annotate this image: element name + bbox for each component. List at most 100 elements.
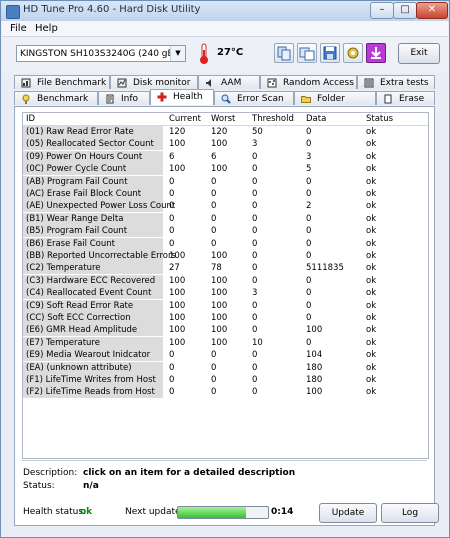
cell-current: 0 — [169, 375, 175, 385]
erase-icon — [384, 94, 392, 104]
column-header-current[interactable]: Current — [169, 114, 201, 124]
cell-status: ok — [366, 226, 377, 237]
cell-id: (B1) Wear Range Delta — [26, 213, 124, 224]
tab-benchmark[interactable]: Benchmark — [14, 91, 98, 105]
cell-current: 100 — [169, 313, 186, 323]
table-row[interactable]: (01) Raw Read Error Rate 120 120 50 0 ok — [23, 126, 428, 138]
extra-tests-icon — [364, 78, 374, 88]
table-row[interactable]: (E9) Media Wearout Inidcator 0 0 0 104 ok — [23, 349, 428, 362]
cell-current: 100 — [169, 325, 186, 336]
smart-table[interactable]: ID Current Worst Threshold Data Status (… — [22, 112, 429, 459]
cell-data: 100 — [306, 325, 323, 336]
cell-worst: 78 — [211, 263, 222, 274]
exit-button[interactable]: Exit — [398, 43, 440, 64]
file-benchmark-icon — [21, 78, 31, 88]
cell-worst: 0 — [211, 226, 217, 237]
cell-id: (F1) LifeTime Writes from Host — [26, 375, 156, 385]
health-cross-icon — [157, 92, 167, 102]
chevron-down-icon[interactable]: ▼ — [170, 46, 185, 61]
cell-id: (C3) Hardware ECC Recovered — [26, 275, 156, 286]
cell-worst: 100 — [211, 288, 228, 299]
maximize-button[interactable]: □ — [393, 2, 417, 19]
table-row[interactable]: (C3) Hardware ECC Recovered 100 100 0 0 ok — [23, 274, 428, 287]
thermometer-icon — [200, 43, 208, 64]
table-row[interactable]: (EA) (unknown attribute) 0 0 0 180 ok — [23, 361, 428, 374]
next-update-progress — [177, 506, 269, 519]
temperature-readout: 27°C — [217, 47, 244, 58]
tab-health[interactable]: Health — [150, 89, 214, 105]
table-row[interactable]: (E7) Temperature 100 100 10 0 ok — [23, 336, 428, 349]
column-header-data[interactable]: Data — [306, 114, 326, 124]
cell-threshold: 0 — [252, 176, 258, 187]
save-icon — [323, 46, 337, 60]
table-row[interactable]: (05) Reallocated Sector Count 100 100 3 0 ok — [23, 138, 428, 151]
table-row[interactable]: (C4) Reallocated Event Count 100 100 3 0 ok — [23, 287, 428, 300]
table-row[interactable]: (B5) Program Fail Count 0 0 0 0 ok — [23, 225, 428, 238]
cell-status: ok — [366, 375, 377, 385]
app-window: HD Tune Pro 4.60 - Hard Disk Utility – □… — [0, 0, 450, 538]
tab-info[interactable]: Info — [98, 91, 150, 105]
minimize-button[interactable]: – — [370, 2, 394, 19]
tab-disk-monitor[interactable]: Disk monitor — [110, 75, 198, 89]
cell-threshold: 3 — [252, 288, 258, 299]
cell-worst: 100 — [211, 325, 228, 336]
options-button[interactable] — [343, 43, 363, 63]
table-row[interactable]: (CC) Soft ECC Correction 100 100 0 0 ok — [23, 312, 428, 324]
copy-screen-button[interactable] — [297, 43, 317, 63]
app-icon — [6, 5, 20, 19]
cell-worst: 120 — [211, 127, 228, 137]
cell-current: 0 — [169, 387, 175, 398]
tab-erase[interactable]: Erase — [376, 91, 435, 105]
cell-threshold: 0 — [252, 213, 258, 224]
tab-extra-tests[interactable]: Extra tests — [357, 75, 435, 89]
cell-threshold: 0 — [252, 387, 258, 398]
cell-current: 0 — [169, 350, 175, 361]
table-row[interactable]: (E6) GMR Head Amplitude 100 100 0 100 ok — [23, 324, 428, 337]
tab-label: Error Scan — [237, 94, 284, 104]
tab-folder-usage[interactable]: Folder Usage — [294, 91, 376, 118]
tab-aam[interactable]: AAM — [198, 75, 260, 89]
cell-data: 5111835 — [306, 263, 344, 274]
table-row[interactable]: (B1) Wear Range Delta 0 0 0 0 ok — [23, 212, 428, 225]
cell-status: ok — [366, 251, 377, 261]
column-header-id[interactable]: ID — [26, 114, 35, 124]
close-button[interactable]: ✕ — [416, 2, 448, 19]
table-row[interactable]: (0C) Power Cycle Count 100 100 0 5 ok — [23, 163, 428, 176]
cell-data: 2 — [306, 201, 312, 212]
cell-id: (AE) Unexpected Power Loss Count — [26, 201, 176, 212]
drive-select[interactable]: KINGSTON SH103S3240G (240 gB) ▼ — [16, 45, 186, 62]
table-row[interactable]: (AE) Unexpected Power Loss Count 0 0 0 2 ok — [23, 200, 428, 213]
copy-button[interactable] — [274, 43, 294, 63]
column-header-status[interactable]: Status — [366, 114, 393, 124]
table-row[interactable]: (F2) LifeTime Reads from Host 0 0 0 100 ok — [23, 386, 428, 399]
table-row[interactable]: (C9) Soft Read Error Rate 100 100 0 0 ok — [23, 299, 428, 312]
save-button[interactable] — [320, 43, 340, 63]
download-button[interactable] — [366, 43, 386, 63]
column-header-threshold[interactable]: Threshold — [252, 114, 294, 124]
description-value: click on an item for a detailed descript… — [83, 468, 296, 478]
table-row[interactable]: (09) Power On Hours Count 6 6 0 3 ok — [23, 150, 428, 163]
table-row[interactable]: (AC) Erase Fail Block Count 0 0 0 0 ok — [23, 188, 428, 200]
cell-threshold: 0 — [252, 151, 258, 162]
column-header-worst[interactable]: Worst — [211, 114, 235, 124]
cell-status: ok — [366, 325, 377, 336]
cell-worst: 0 — [211, 201, 217, 212]
info-icon — [106, 94, 114, 104]
cell-id: (AB) Program Fail Count — [26, 176, 128, 187]
table-row[interactable]: (C2) Temperature 27 78 0 5111835 ok — [23, 262, 428, 275]
table-row[interactable]: (BB) Reported Uncorrectable Errors 100 100… — [23, 250, 428, 262]
table-row[interactable]: (AB) Program Fail Count 0 0 0 0 ok — [23, 175, 428, 188]
tab-random-access[interactable]: Random Access — [260, 75, 357, 89]
log-button[interactable]: Log — [381, 503, 439, 523]
cell-status: ok — [366, 337, 377, 348]
copy-screen-icon — [299, 47, 315, 61]
tab-file-benchmark[interactable]: File Benchmark — [14, 75, 110, 89]
table-row[interactable]: (B6) Erase Fail Count 0 0 0 0 ok — [23, 237, 428, 250]
menu-file[interactable]: File — [10, 23, 27, 34]
tab-error-scan[interactable]: Error Scan — [214, 91, 294, 105]
menu-help[interactable]: Help — [35, 23, 58, 34]
tab-label: Erase — [399, 94, 425, 104]
table-row[interactable]: (F1) LifeTime Writes from Host 0 0 0 180 ok — [23, 374, 428, 386]
cell-current: 100 — [169, 300, 186, 311]
update-button[interactable]: Update — [319, 503, 377, 523]
